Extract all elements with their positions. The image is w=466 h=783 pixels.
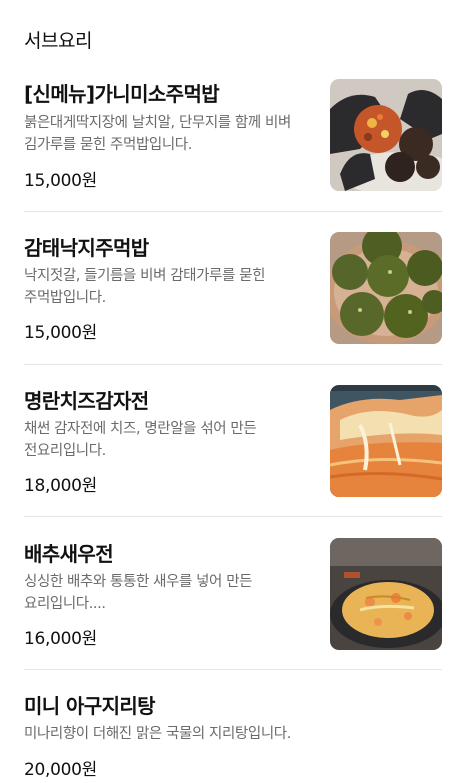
menu-item-description: 붉은대게딱지장에 날치알, 단무지를 함께 비벼 김가루를 묻힌 주먹밥입니다. <box>24 115 291 153</box>
menu-item-name: 명란치즈감자전 <box>24 389 149 413</box>
menu-item-price: 20,000원 <box>24 760 98 780</box>
rice-ball-photo[interactable] <box>330 79 442 191</box>
divider <box>24 516 442 517</box>
divider <box>24 364 442 365</box>
menu-item-description: 미나리향이 더해진 맑은 국물의 지리탕입니다. <box>24 726 291 742</box>
menu-item-description: 싱싱한 배추와 통통한 새우를 넣어 만든 요리입니다.... <box>24 574 253 612</box>
menu-item-price: 16,000원 <box>24 629 98 649</box>
divider <box>24 669 442 670</box>
menu-item-description: 낙지젓갈, 들기름을 비벼 감태가루를 묻힌 주먹밥입니다. <box>24 268 266 306</box>
potato-pancake-photo[interactable] <box>330 385 442 497</box>
menu-page: 서브요리 [신메뉴]가니미소주먹밥 붉은대게딱지장에 날치알, 단무지를 함께 … <box>0 0 466 783</box>
menu-item-name: 배추새우전 <box>24 542 114 566</box>
menu-item-price: 18,000원 <box>24 476 98 496</box>
menu-item-name: [신메뉴]가니미소주먹밥 <box>24 82 220 106</box>
section-title: 서브요리 <box>24 30 92 52</box>
divider <box>24 211 442 212</box>
menu-item-name: 미니 아구지리탕 <box>24 694 156 718</box>
menu-item-price: 15,000원 <box>24 323 98 343</box>
menu-item-description: 채썬 감자전에 치즈, 명란알을 섞어 만든 전요리입니다. <box>24 421 257 459</box>
seaweed-rice-ball-photo[interactable] <box>330 232 442 344</box>
menu-item-name: 감태낙지주먹밥 <box>24 236 149 260</box>
cabbage-shrimp-pancake-photo[interactable] <box>330 538 442 650</box>
menu-item-price: 15,000원 <box>24 171 98 191</box>
